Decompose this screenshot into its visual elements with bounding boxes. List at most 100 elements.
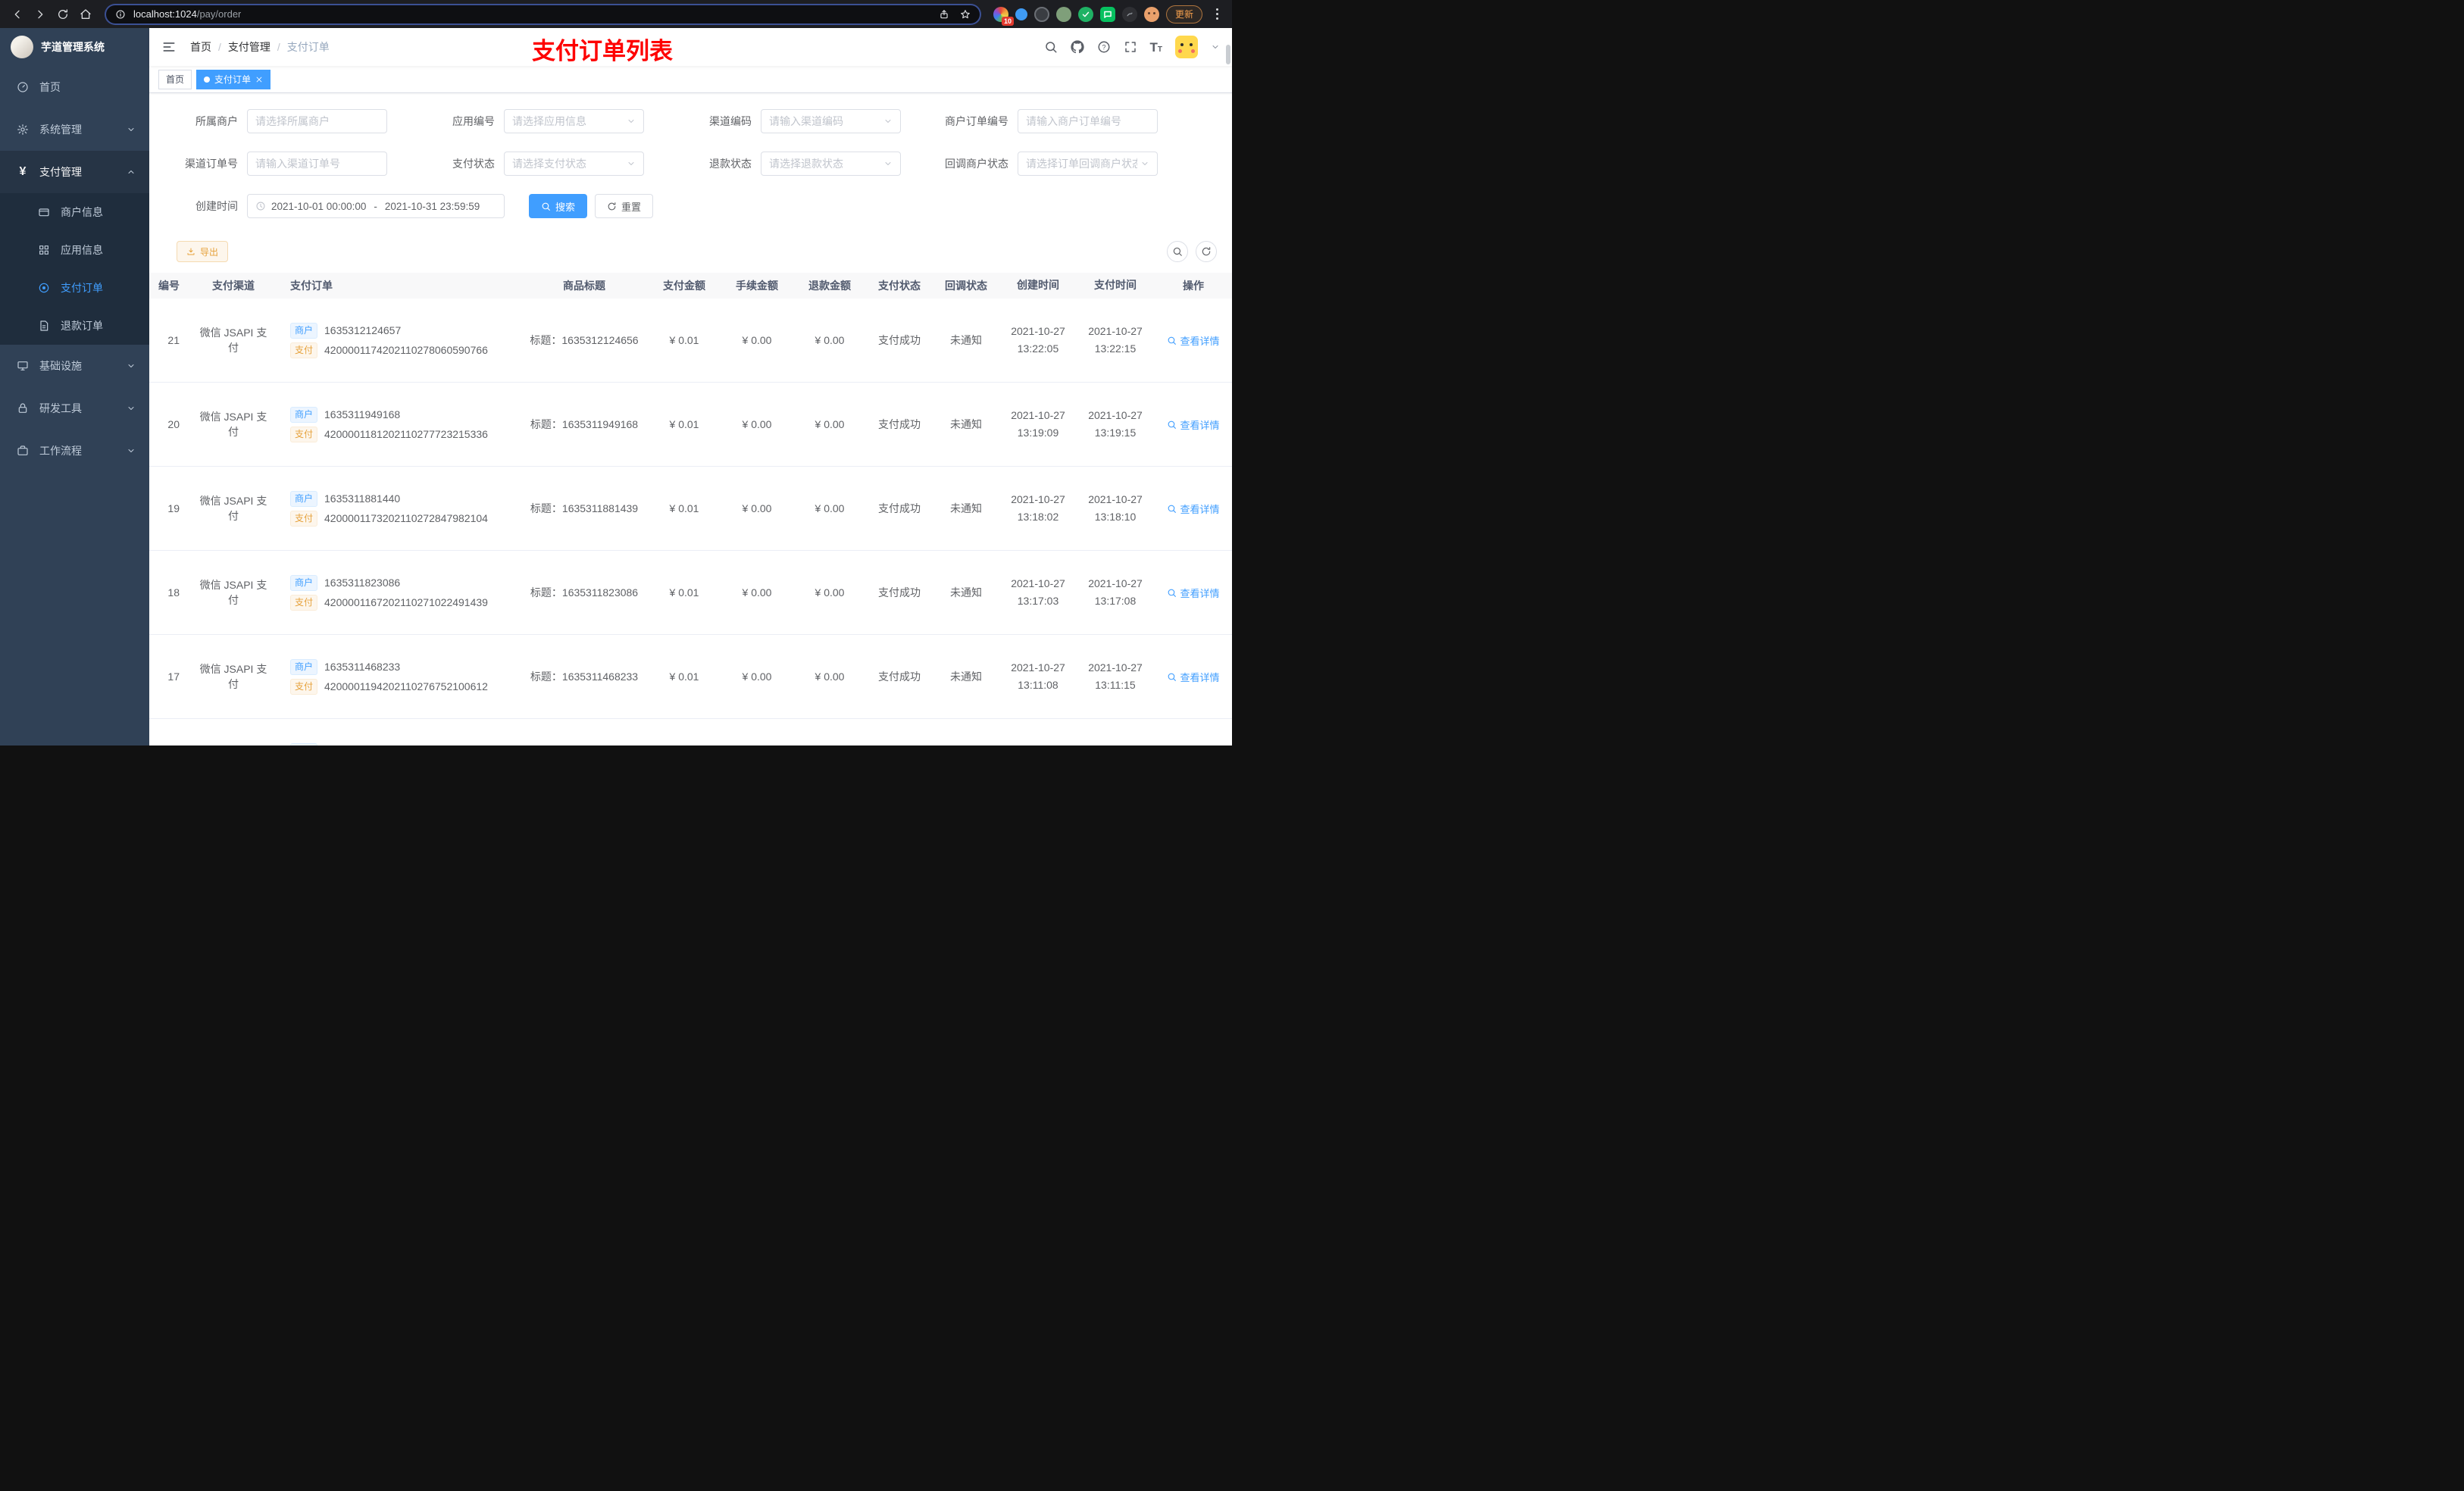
extension-icon[interactable] — [1055, 6, 1071, 22]
notify-status-cell: 未通知 — [950, 502, 982, 514]
channel-order-no-filter-input[interactable] — [255, 158, 379, 170]
filter-label: 商户订单编号 — [945, 115, 1008, 127]
channel-code-filter-input[interactable] — [769, 115, 880, 127]
site-info-icon[interactable] — [112, 6, 129, 23]
browser-menu-icon[interactable] — [1209, 8, 1224, 20]
scrollbar-thumb[interactable] — [1226, 45, 1230, 64]
merchant-filter-input[interactable] — [255, 115, 379, 127]
pay-time-cell: 2021-10-27 13:19:15 — [1088, 408, 1143, 439]
font-size-icon[interactable]: TT — [1150, 41, 1163, 54]
bookmark-star-icon[interactable] — [957, 6, 974, 23]
url-path: /pay/order — [196, 8, 242, 20]
reset-button[interactable]: 重置 — [595, 194, 654, 218]
create-time-cell: 2021-10-27 13:11:08 — [1011, 661, 1065, 691]
pay-order-cell: 商户 1635311823086 支付 42000011672021102710… — [278, 571, 521, 614]
fullscreen-icon[interactable] — [1124, 40, 1137, 54]
channel-code-filter[interactable] — [761, 109, 901, 133]
home-icon[interactable] — [76, 5, 95, 24]
create-time-range-picker[interactable]: 2021-10-01 00:00:00 - 2021-10-31 23:59:5… — [247, 194, 505, 218]
sidebar-item-merchant-info[interactable]: 商户信息 — [0, 193, 149, 231]
refresh-table-icon[interactable] — [1196, 241, 1217, 262]
pay-badge: 支付 — [290, 510, 318, 527]
extension-icon[interactable] — [1077, 6, 1093, 22]
merchant-filter[interactable] — [247, 109, 387, 133]
update-button[interactable]: 更新 — [1165, 5, 1202, 23]
forward-icon[interactable] — [30, 5, 50, 24]
refund-status-filter[interactable] — [761, 152, 901, 176]
sidebar-item-devtools[interactable]: 研发工具 — [0, 387, 149, 430]
pay-order-cell: 商户 1635312124657 支付 42000011742021102780… — [278, 319, 521, 362]
pay-amount-cell: ¥ 0.01 — [669, 586, 699, 599]
chevron-down-icon — [127, 361, 136, 370]
gear-icon — [15, 123, 30, 136]
table-row: 18 微信 JSAPI 支付 商户 1635311823086 支付 42000… — [149, 551, 1232, 635]
app-title: 芋道管理系统 — [41, 41, 105, 53]
share-icon[interactable] — [936, 6, 952, 23]
extension-icon[interactable] — [1099, 6, 1115, 22]
pay-order-no: 4200001173202110272847982104 — [324, 512, 488, 524]
extension-icon[interactable] — [1033, 6, 1049, 22]
pay-order-cell: 商户 1635311881440 支付 42000011732021102728… — [278, 487, 521, 530]
table-header: 编号 支付渠道 支付订单 商品标题 支付金额 手续金额 退款金额 支付状态 回调… — [149, 273, 1232, 299]
create-time-cell: 2021-10-27 13:17:03 — [1011, 577, 1065, 607]
channel-order-no-filter[interactable] — [247, 152, 387, 176]
export-button[interactable]: 导出 — [177, 241, 229, 262]
sidebar-item-app-info[interactable]: 应用信息 — [0, 231, 149, 269]
sidebar-item-pay-order[interactable]: 支付订单 — [0, 269, 149, 307]
view-detail-link[interactable]: 查看详情 — [1167, 333, 1220, 348]
back-icon[interactable] — [8, 5, 27, 24]
merchant-order-no: 1635311823086 — [324, 577, 401, 589]
pay-status-filter-input[interactable] — [512, 158, 624, 170]
pay-channel-cell: 微信 JSAPI 支付 — [199, 411, 267, 438]
reload-icon[interactable] — [53, 5, 73, 24]
table-row: 20 微信 JSAPI 支付 商户 1635311949168 支付 42000… — [149, 383, 1232, 467]
extension-icon[interactable] — [1015, 8, 1027, 20]
sidebar-item-infra[interactable]: 基础设施 — [0, 345, 149, 387]
app-logo[interactable]: 芋道管理系统 — [0, 28, 149, 66]
tab-pay-order[interactable]: 支付订单 — [196, 69, 271, 89]
merchant-badge: 商户 — [290, 322, 318, 339]
address-bar[interactable]: localhost:1024/pay/order — [105, 3, 981, 25]
view-detail-link[interactable]: 查看详情 — [1167, 586, 1220, 600]
toggle-search-icon[interactable] — [1167, 241, 1188, 262]
date-range-separator: - — [374, 200, 377, 212]
pay-status-filter[interactable] — [504, 152, 644, 176]
reset-button-label: 重置 — [621, 201, 642, 213]
fee-amount-cell: ¥ 0.00 — [742, 670, 772, 683]
lock-icon — [15, 402, 30, 414]
sidebar-item-workflow[interactable]: 工作流程 — [0, 430, 149, 472]
app-no-filter-input[interactable] — [512, 115, 624, 127]
extension-icon[interactable] — [1121, 6, 1137, 22]
close-icon[interactable] — [255, 76, 263, 83]
refund-amount-cell: ¥ 0.00 — [815, 418, 845, 430]
notify-status-filter-input[interactable] — [1026, 158, 1137, 170]
breadcrumb-pay[interactable]: 支付管理 — [228, 39, 270, 55]
refund-status-filter-input[interactable] — [769, 158, 880, 170]
notify-status-filter[interactable] — [1018, 152, 1158, 176]
tab-home[interactable]: 首页 — [158, 69, 192, 89]
pay-status-cell: 支付成功 — [878, 502, 921, 514]
table-row: 21 微信 JSAPI 支付 商户 1635312124657 支付 42000… — [149, 299, 1232, 383]
view-detail-link[interactable]: 查看详情 — [1167, 417, 1220, 432]
user-avatar[interactable] — [1175, 36, 1198, 58]
breadcrumb-home[interactable]: 首页 — [190, 39, 211, 55]
view-detail-link[interactable]: 查看详情 — [1167, 670, 1220, 684]
merchant-order-no-filter-input[interactable] — [1026, 115, 1149, 127]
extension-icon[interactable]: 10 — [993, 6, 1014, 26]
sidebar-item-pay[interactable]: ¥ 支付管理 — [0, 151, 149, 193]
avatar-caret-icon[interactable] — [1211, 42, 1220, 52]
github-icon[interactable] — [1070, 40, 1084, 54]
extension-icon[interactable] — [1143, 6, 1159, 22]
sidebar-item-home[interactable]: 首页 — [0, 66, 149, 108]
sidebar-item-system[interactable]: 系统管理 — [0, 108, 149, 151]
help-icon[interactable]: ? — [1097, 40, 1111, 54]
sidebar-toggle-icon[interactable] — [161, 39, 177, 55]
app-no-filter[interactable] — [504, 109, 644, 133]
sidebar-item-refund-order[interactable]: 退款订单 — [0, 307, 149, 345]
search-icon[interactable] — [1044, 40, 1058, 54]
sidebar-item-label: 退款订单 — [61, 320, 103, 332]
view-detail-link[interactable]: 查看详情 — [1167, 502, 1220, 516]
search-button[interactable]: 搜索 — [529, 194, 588, 218]
merchant-order-no-filter[interactable] — [1018, 109, 1158, 133]
merchant-badge: 商户 — [290, 406, 318, 423]
